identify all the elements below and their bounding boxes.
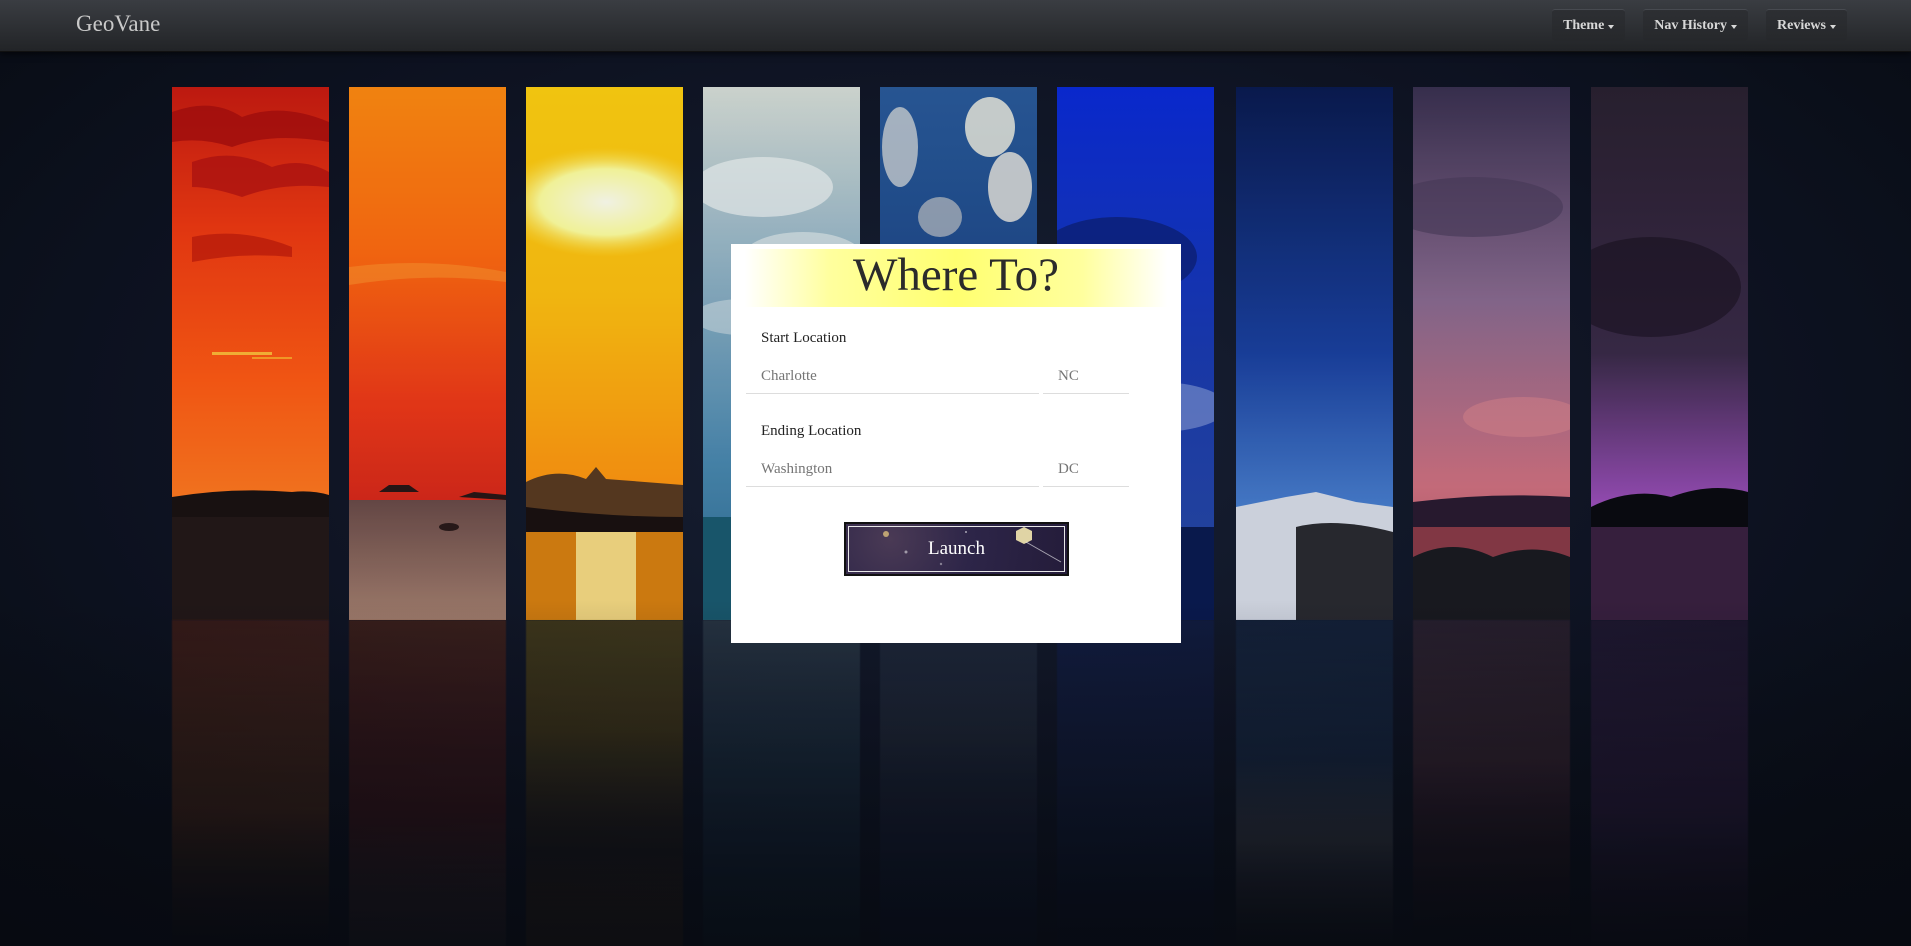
bg-panel-violet <box>1591 87 1748 620</box>
launch-button[interactable]: Launch <box>844 522 1069 576</box>
nav-theme-label: Theme <box>1563 17 1605 33</box>
bg-panel-orange <box>349 87 506 620</box>
nav-menu: Theme Nav History Reviews <box>1552 9 1847 41</box>
bg-reflection <box>703 620 860 946</box>
bg-reflection <box>349 620 506 946</box>
caret-down-icon <box>1830 24 1836 29</box>
end-city-input[interactable] <box>746 453 1039 487</box>
bg-reflection <box>1057 620 1214 946</box>
bg-reflection <box>1413 620 1570 946</box>
bg-panel-purple <box>1413 87 1570 620</box>
launch-label: Launch <box>928 538 985 559</box>
card-title: Where To? <box>853 249 1059 301</box>
start-state-input[interactable] <box>1043 360 1129 394</box>
ending-location-label: Ending Location <box>761 423 862 439</box>
bg-reflection <box>880 620 1037 946</box>
nav-history-dropdown[interactable]: Nav History <box>1643 9 1748 41</box>
nav-history-label: Nav History <box>1654 17 1727 33</box>
end-state-input[interactable] <box>1043 453 1129 487</box>
page: GeoVane Theme Nav History Reviews Where … <box>0 0 1911 946</box>
nav-reviews-label: Reviews <box>1777 17 1826 33</box>
navbar: GeoVane Theme Nav History Reviews <box>0 0 1911 52</box>
caret-down-icon <box>1608 24 1615 29</box>
start-location-label: Start Location <box>761 330 847 346</box>
route-form-card: Where To? Start Location Ending Location… <box>731 244 1181 643</box>
bg-reflection <box>1591 620 1748 946</box>
bg-panel-yellow <box>526 87 683 620</box>
bg-panel-red <box>172 87 329 620</box>
bg-reflection <box>526 620 683 946</box>
caret-down-icon <box>1731 24 1737 29</box>
bg-panel-mountain <box>1236 87 1393 620</box>
nav-reviews-dropdown[interactable]: Reviews <box>1766 9 1847 41</box>
start-city-input[interactable] <box>746 360 1039 394</box>
nav-theme-dropdown[interactable]: Theme <box>1552 9 1626 41</box>
bg-reflection <box>1236 620 1393 946</box>
bg-reflection <box>172 620 329 946</box>
brand-link[interactable]: GeoVane <box>76 11 160 37</box>
